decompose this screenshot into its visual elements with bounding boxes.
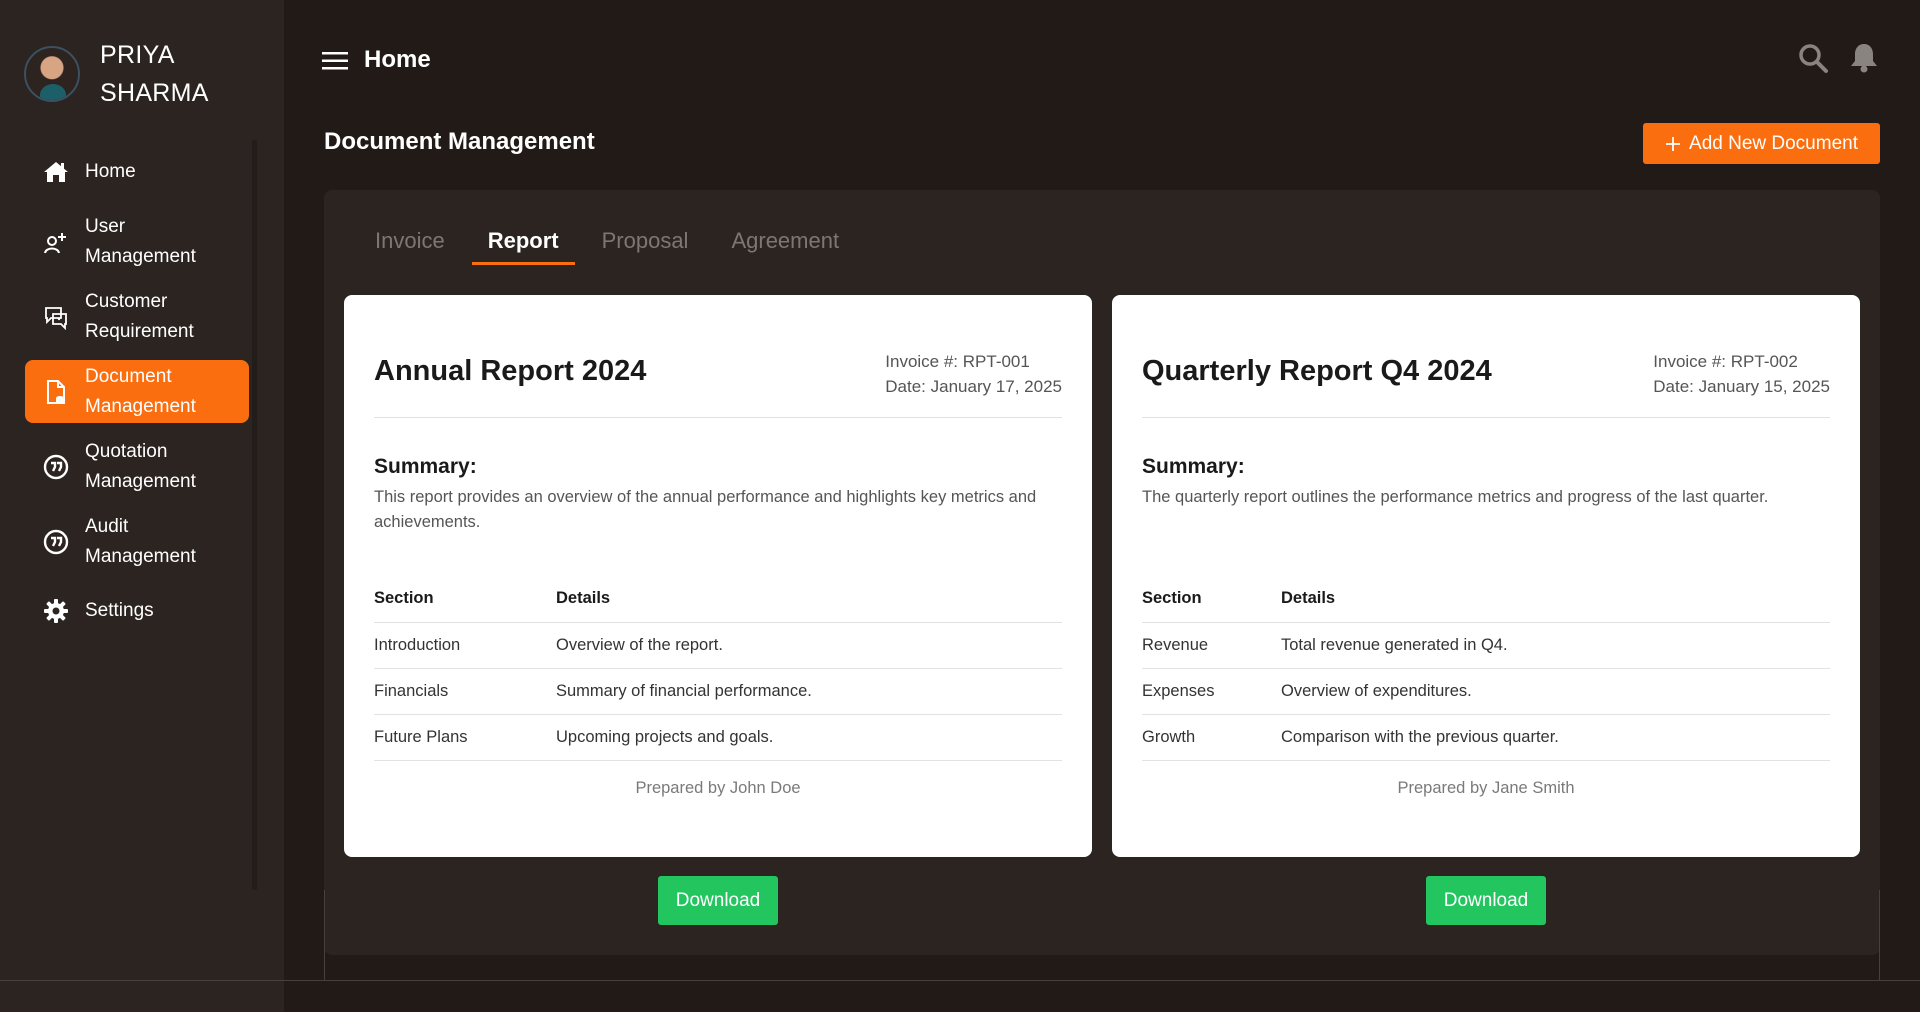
document-meta: Invoice #: RPT-001 Date: January 17, 202… [885, 349, 1062, 399]
sidebar: PRIYA SHARMA Home User Management Custom… [0, 0, 284, 1012]
gear-icon [43, 598, 69, 624]
prepared-by: Prepared by John Doe [635, 779, 801, 797]
table-cell: Comparison with the previous quarter. [1281, 714, 1830, 761]
document-title: Annual Report 2024 [374, 355, 647, 387]
sidebar-item-label: User Management [85, 215, 196, 267]
plus-icon [1666, 136, 1681, 151]
sidebar-item-label: Customer Requirement [85, 290, 194, 342]
table-cell: Growth [1142, 714, 1281, 761]
table-cell: Overview of the report. [556, 622, 1062, 669]
divider [374, 417, 1062, 418]
table-cell: Future Plans [374, 714, 556, 761]
tab-agreement[interactable]: Agreement [715, 228, 855, 265]
sidebar-item-label: Settings [85, 600, 154, 621]
table-cell: Overview of expenditures. [1281, 668, 1830, 715]
table-row: Financials Summary of financial performa… [374, 668, 1062, 715]
document-icon [43, 379, 69, 405]
sidebar-item-user-management[interactable]: User Management [25, 210, 249, 273]
sidebar-item-quotation-management[interactable]: Quotation Management [25, 435, 249, 498]
sidebar-item-home[interactable]: Home [25, 146, 249, 198]
document-type-tabs: Invoice Report Proposal Agreement [359, 228, 866, 265]
document-date: Date: January 15, 2025 [1653, 377, 1830, 396]
search-icon [1799, 44, 1828, 73]
divider [1879, 890, 1880, 980]
page-title: Document Management [324, 128, 595, 155]
table-header-row: Section Details [1142, 575, 1830, 623]
divider [324, 890, 325, 980]
summary-heading: Summary: [374, 455, 477, 478]
search-button[interactable] [1797, 42, 1829, 78]
tab-proposal[interactable]: Proposal [586, 228, 705, 265]
audit-icon [43, 529, 69, 555]
table-row: Introduction Overview of the report. [374, 622, 1062, 669]
table-row: Revenue Total revenue generated in Q4. [1142, 622, 1830, 669]
invoice-number: Invoice #: RPT-002 [1653, 352, 1798, 371]
download-button[interactable]: Download [658, 876, 778, 925]
table-cell: Expenses [1142, 668, 1281, 715]
document-card: Annual Report 2024 Invoice #: RPT-001 Da… [344, 295, 1092, 857]
sidebar-item-label: Audit Management [85, 515, 196, 567]
prepared-by: Prepared by Jane Smith [1397, 779, 1575, 797]
bell-icon [1851, 44, 1877, 73]
document-title: Quarterly Report Q4 2024 [1142, 355, 1492, 387]
tab-report[interactable]: Report [471, 228, 575, 265]
table-cell: Financials [374, 668, 556, 715]
invoice-number: Invoice #: RPT-001 [885, 352, 1030, 371]
sidebar-item-settings[interactable]: Settings [25, 585, 249, 637]
divider [1142, 417, 1830, 418]
hamburger-icon [322, 52, 348, 70]
sidebar-item-label: Document Management [85, 365, 196, 417]
column-header-section: Section [1142, 575, 1281, 623]
summary-text: The quarterly report outlines the perfor… [1142, 488, 1769, 506]
add-new-document-button[interactable]: Add New Document [1643, 123, 1880, 164]
menu-toggle-button[interactable] [322, 50, 348, 76]
sidebar-nav: Home User Management Customer Requiremen… [25, 146, 249, 649]
sidebar-item-label: Quotation Management [85, 440, 196, 492]
column-header-details: Details [1281, 575, 1830, 623]
column-header-section: Section [374, 575, 556, 623]
sidebar-item-document-management[interactable]: Document Management [25, 360, 249, 423]
sidebar-item-audit-management[interactable]: Audit Management [25, 510, 249, 573]
page-breadcrumb: Home [364, 46, 431, 73]
home-icon [43, 159, 69, 185]
avatar [24, 46, 80, 102]
summary-heading: Summary: [1142, 455, 1245, 478]
document-card: Quarterly Report Q4 2024 Invoice #: RPT-… [1112, 295, 1860, 857]
table-cell: Upcoming projects and goals. [556, 714, 1062, 761]
table-header-row: Section Details [374, 575, 1062, 623]
document-panel: Invoice Report Proposal Agreement Annual… [324, 190, 1880, 955]
table-row: Future Plans Upcoming projects and goals… [374, 714, 1062, 761]
download-button[interactable]: Download [1426, 876, 1546, 925]
sidebar-item-customer-requirement[interactable]: Customer Requirement [25, 285, 249, 348]
user-add-icon [43, 229, 69, 255]
table-cell: Total revenue generated in Q4. [1281, 622, 1830, 669]
document-date: Date: January 17, 2025 [885, 377, 1062, 396]
column-header-details: Details [556, 575, 1062, 623]
notifications-button[interactable] [1849, 42, 1879, 78]
sections-table: Section Details Revenue Total revenue ge… [1142, 575, 1830, 761]
document-meta: Invoice #: RPT-002 Date: January 15, 202… [1653, 349, 1830, 399]
table-row: Expenses Overview of expenditures. [1142, 668, 1830, 715]
quotation-icon [43, 454, 69, 480]
summary-text: This report provides an overview of the … [374, 488, 1037, 531]
sections-table: Section Details Introduction Overview of… [374, 575, 1062, 761]
table-cell: Introduction [374, 622, 556, 669]
user-name: PRIYA SHARMA [100, 41, 209, 107]
user-profile[interactable]: PRIYA SHARMA [24, 36, 209, 112]
customer-chat-icon [43, 304, 69, 330]
add-new-document-label: Add New Document [1689, 132, 1858, 154]
table-cell: Summary of financial performance. [556, 668, 1062, 715]
table-cell: Revenue [1142, 622, 1281, 669]
tab-invoice[interactable]: Invoice [359, 228, 461, 265]
sidebar-scrollbar[interactable] [252, 140, 257, 890]
footer-divider [0, 980, 1920, 981]
sidebar-item-label: Home [85, 161, 136, 182]
table-row: Growth Comparison with the previous quar… [1142, 714, 1830, 761]
